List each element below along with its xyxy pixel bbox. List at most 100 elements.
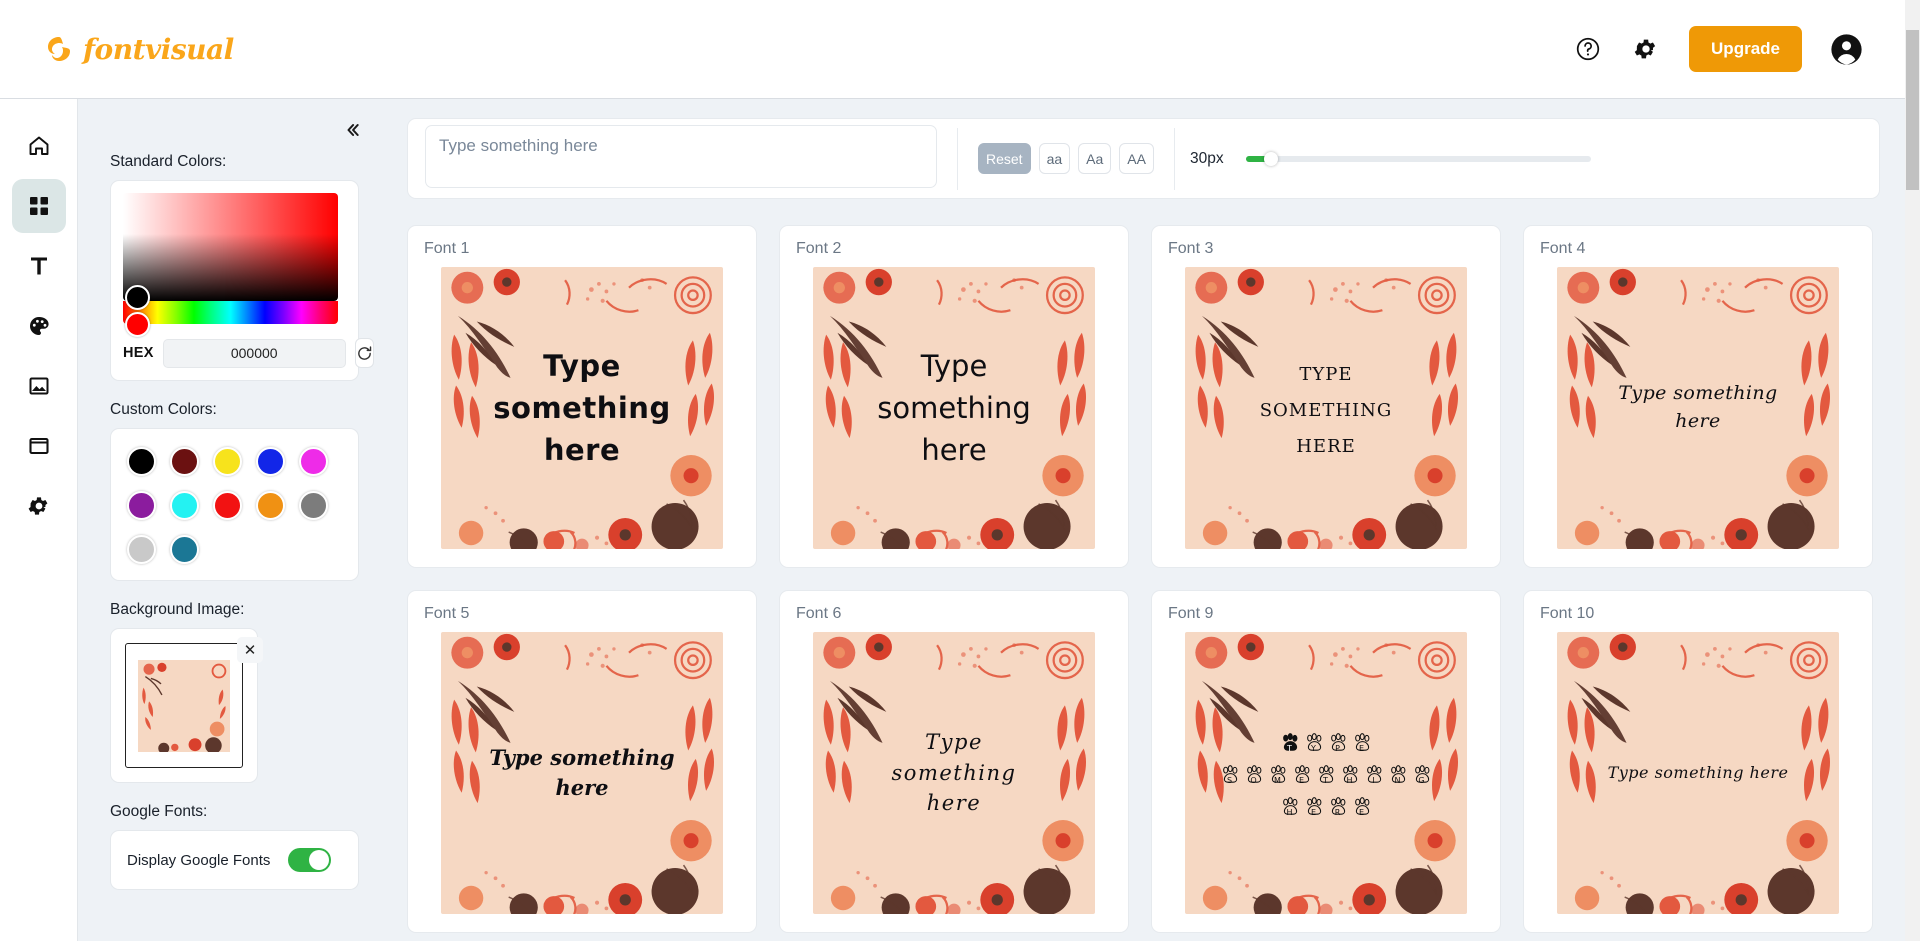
color-swatch-9[interactable] bbox=[299, 491, 328, 520]
font-card[interactable]: Font 1 Type something here bbox=[407, 225, 757, 568]
preview-line: Type bbox=[1299, 356, 1353, 386]
color-swatch-1[interactable] bbox=[170, 447, 199, 476]
selected-color-handle[interactable] bbox=[125, 285, 150, 310]
paw-print-icon: R bbox=[1328, 795, 1349, 817]
text-input[interactable] bbox=[425, 124, 937, 188]
preview-line: here bbox=[1296, 429, 1356, 459]
font-card[interactable]: Font 3 type something here bbox=[1151, 225, 1501, 568]
paw-print-icon: T bbox=[1316, 763, 1337, 785]
color-swatch-2[interactable] bbox=[213, 447, 242, 476]
case-button-aa[interactable]: Aa bbox=[1078, 143, 1112, 174]
sidebar-item-settings[interactable] bbox=[12, 479, 66, 533]
account-circle-icon[interactable] bbox=[1830, 33, 1863, 66]
preview-line: Type something bbox=[891, 730, 1017, 785]
sidebar-item-home[interactable] bbox=[12, 119, 66, 173]
background-image-card[interactable]: ✕ bbox=[110, 628, 263, 783]
font-preview[interactable]: Type something here bbox=[1557, 267, 1839, 549]
google-fonts-card: Display Google Fonts bbox=[110, 830, 359, 890]
logo-text: fontvisual bbox=[83, 32, 234, 66]
font-preview[interactable]: Type something here bbox=[1557, 632, 1839, 914]
font-card[interactable]: Font 10 Type something here bbox=[1523, 590, 1873, 933]
custom-colors-card bbox=[110, 428, 359, 581]
font-card-label: Font 5 bbox=[424, 605, 470, 622]
font-preview[interactable]: Type something here bbox=[813, 267, 1095, 549]
font-card[interactable]: Font 5 Type something here bbox=[407, 590, 757, 933]
hue-slider[interactable] bbox=[123, 301, 338, 324]
top-bar: fontvisual Upgrade bbox=[0, 0, 1905, 99]
preview-line: something bbox=[877, 390, 1031, 425]
preview-line: something bbox=[1259, 392, 1393, 422]
font-card-label: Font 1 bbox=[424, 240, 470, 257]
color-swatch-0[interactable] bbox=[127, 447, 156, 476]
paw-print-icon: T bbox=[1280, 731, 1301, 753]
preview-line: Type something here bbox=[1607, 763, 1789, 783]
remove-background-image-button[interactable]: ✕ bbox=[237, 637, 263, 663]
font-card[interactable]: Font 4 Type something here bbox=[1523, 225, 1873, 568]
browser-scrollbar-thumb[interactable] bbox=[1906, 30, 1919, 190]
preview-line: here bbox=[1675, 410, 1721, 432]
case-button-reset[interactable]: Reset bbox=[978, 143, 1031, 174]
font-preview-text: Type something here bbox=[441, 632, 723, 914]
preview-line: Type bbox=[920, 348, 988, 383]
refresh-icon[interactable] bbox=[354, 338, 374, 368]
font-card-label: Font 9 bbox=[1168, 605, 1214, 622]
preview-line: Type something bbox=[489, 744, 675, 770]
help-circle-icon[interactable] bbox=[1573, 34, 1603, 64]
sidebar-item-frames[interactable] bbox=[12, 419, 66, 473]
sidebar-item-templates[interactable] bbox=[11, 179, 66, 233]
color-swatch-8[interactable] bbox=[256, 491, 285, 520]
font-preview[interactable]: Type something here bbox=[1185, 267, 1467, 549]
preview-line: here bbox=[926, 791, 982, 816]
color-swatch-6[interactable] bbox=[170, 491, 199, 520]
display-google-fonts-toggle[interactable] bbox=[288, 848, 332, 872]
font-size-group: 30px bbox=[1175, 150, 1591, 168]
sidebar-item-text[interactable] bbox=[12, 239, 66, 293]
top-bar-actions: Upgrade bbox=[1573, 26, 1863, 72]
sidebar-item-palette[interactable] bbox=[12, 299, 66, 353]
color-swatch-4[interactable] bbox=[299, 447, 328, 476]
paw-print-icon: M bbox=[1268, 763, 1289, 785]
font-preview[interactable]: TYPESOMETHINGHERE bbox=[1185, 632, 1467, 914]
upgrade-button[interactable]: Upgrade bbox=[1689, 26, 1802, 72]
font-card[interactable]: Font 9 T Y P E S O M E T H I N G H E R E bbox=[1151, 590, 1501, 933]
font-size-slider[interactable] bbox=[1245, 151, 1591, 166]
paw-print-icon: O bbox=[1244, 763, 1265, 785]
font-preview[interactable]: Type something here bbox=[441, 267, 723, 549]
font-preview[interactable]: Type something here bbox=[441, 632, 723, 914]
case-button-aa[interactable]: AA bbox=[1119, 143, 1154, 174]
font-preview-text: TYPESOMETHINGHERE bbox=[1185, 632, 1467, 914]
color-swatch-11[interactable] bbox=[170, 535, 199, 564]
slider-knob[interactable] bbox=[1264, 151, 1279, 166]
sidebar-item-images[interactable] bbox=[12, 359, 66, 413]
font-size-value: 30px bbox=[1189, 149, 1224, 167]
google-fonts-label: Google Fonts: bbox=[110, 803, 208, 820]
background-image-label: Background Image: bbox=[110, 601, 245, 618]
gear-icon[interactable] bbox=[1631, 34, 1661, 64]
font-preview[interactable]: Type something here bbox=[813, 632, 1095, 914]
browser-scrollbar[interactable] bbox=[1905, 0, 1920, 941]
paw-print-icon: N bbox=[1388, 763, 1409, 785]
font-card-label: Font 10 bbox=[1540, 605, 1595, 622]
color-swatch-5[interactable] bbox=[127, 491, 156, 520]
standard-colors-card: HEX bbox=[110, 180, 374, 381]
font-preview-text: Type something here bbox=[1185, 267, 1467, 549]
custom-colors-label: Custom Colors: bbox=[110, 401, 217, 418]
preview-line: Type something bbox=[1618, 382, 1778, 405]
color-handles bbox=[125, 285, 150, 337]
color-swatch-3[interactable] bbox=[256, 447, 285, 476]
saturation-value-area[interactable] bbox=[123, 193, 338, 301]
color-swatch-10[interactable] bbox=[127, 535, 156, 564]
font-card[interactable]: Font 2 Type something here bbox=[779, 225, 1129, 568]
hex-input[interactable] bbox=[162, 338, 346, 368]
paw-print-icon: E bbox=[1292, 763, 1313, 785]
font-card-label: Font 6 bbox=[796, 605, 842, 622]
font-card[interactable]: Font 6 Type something here bbox=[779, 590, 1129, 933]
font-preview-grid: Font 1 Type something here Font 2 Type s… bbox=[407, 225, 1880, 933]
properties-panel: Standard Colors: HEX 000000 Custom Color… bbox=[78, 99, 383, 941]
editor-toolbar: ResetaaAaAA 30px bbox=[407, 118, 1880, 199]
logo[interactable]: fontvisual bbox=[44, 33, 234, 66]
chevron-double-left-icon[interactable] bbox=[336, 115, 366, 145]
color-swatch-7[interactable] bbox=[213, 491, 242, 520]
case-button-aa[interactable]: aa bbox=[1038, 143, 1071, 174]
hue-handle[interactable] bbox=[125, 312, 150, 337]
